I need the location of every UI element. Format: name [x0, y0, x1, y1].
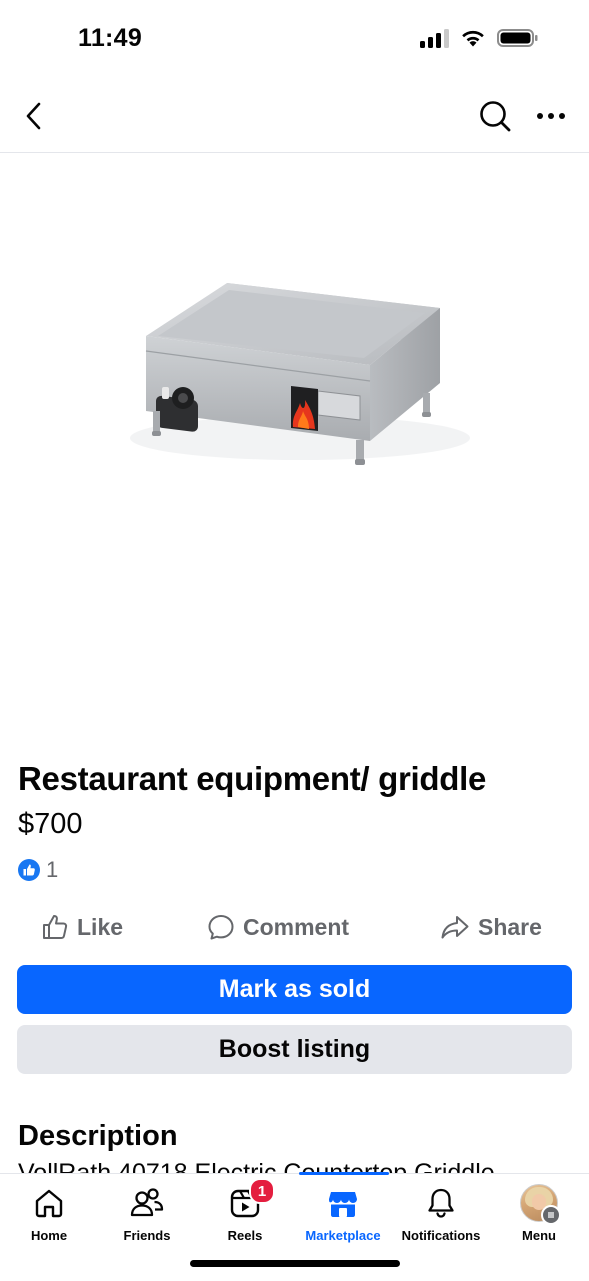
comment-button[interactable]: Comment [207, 903, 349, 951]
reels-notification-badge: 1 [249, 1178, 275, 1204]
back-button[interactable] [16, 98, 52, 134]
status-time: 11:49 [78, 24, 143, 52]
product-image[interactable] [0, 153, 589, 743]
share-icon [441, 916, 469, 939]
share-label: Share [478, 913, 542, 940]
top-navigation [0, 80, 589, 153]
tab-home-label: Home [30, 1228, 68, 1243]
battery-icon [497, 29, 538, 47]
tab-marketplace-label: Marketplace [305, 1228, 381, 1243]
tab-friends[interactable]: Friends [98, 1174, 196, 1254]
tab-reels-label: Reels [227, 1228, 263, 1243]
boost-listing-button[interactable]: Boost listing [17, 1025, 572, 1074]
listing-price: $700 [18, 808, 83, 840]
description-text-line: VollRath 40718 Electric Countertop Gridd… [18, 1160, 495, 1174]
listing-title: Restaurant equipment/ griddle [18, 760, 487, 797]
thumbs-up-icon [43, 915, 68, 939]
like-reaction-icon [18, 859, 40, 881]
tab-marketplace[interactable]: Marketplace [294, 1174, 392, 1254]
menu-lines-icon [541, 1205, 561, 1225]
comment-label: Comment [243, 913, 350, 940]
avatar [520, 1184, 561, 1225]
like-label: Like [77, 913, 124, 940]
search-button[interactable] [475, 96, 515, 136]
tab-friends-label: Friends [123, 1228, 171, 1243]
bell-icon [428, 1188, 454, 1218]
wifi-icon [462, 30, 484, 47]
search-icon [480, 101, 511, 132]
cellular-signal-icon [420, 28, 449, 48]
reaction-summary[interactable]: 1 [18, 857, 58, 883]
share-button[interactable]: Share [440, 903, 542, 951]
chevron-left-icon [26, 102, 41, 130]
home-icon [35, 1189, 63, 1218]
tab-home[interactable]: Home [0, 1174, 98, 1254]
tab-reels[interactable]: 1 Reels [196, 1174, 294, 1254]
like-button[interactable]: Like [41, 903, 123, 951]
status-bar: 11:49 [0, 0, 589, 80]
mark-as-sold-button[interactable]: Mark as sold [17, 965, 572, 1014]
tab-menu-label: Menu [522, 1228, 556, 1243]
tab-notifications-label: Notifications [401, 1228, 481, 1243]
tab-notifications[interactable]: Notifications [392, 1174, 490, 1254]
description-text: VollRath 40718 Electric Countertop Gridd… [18, 1160, 578, 1174]
comment-icon [208, 915, 234, 940]
home-indicator [190, 1260, 400, 1267]
more-options-button[interactable] [529, 96, 573, 136]
action-bar: Like Comment Share [0, 903, 589, 951]
tab-menu[interactable]: Menu [490, 1174, 588, 1254]
reaction-count: 1 [46, 857, 59, 882]
description-heading: Description [18, 1120, 178, 1152]
marketplace-icon [329, 1192, 357, 1217]
status-icons [420, 28, 539, 48]
more-horizontal-icon [537, 113, 565, 119]
griddle-image [130, 283, 470, 465]
friends-icon [130, 1188, 164, 1217]
